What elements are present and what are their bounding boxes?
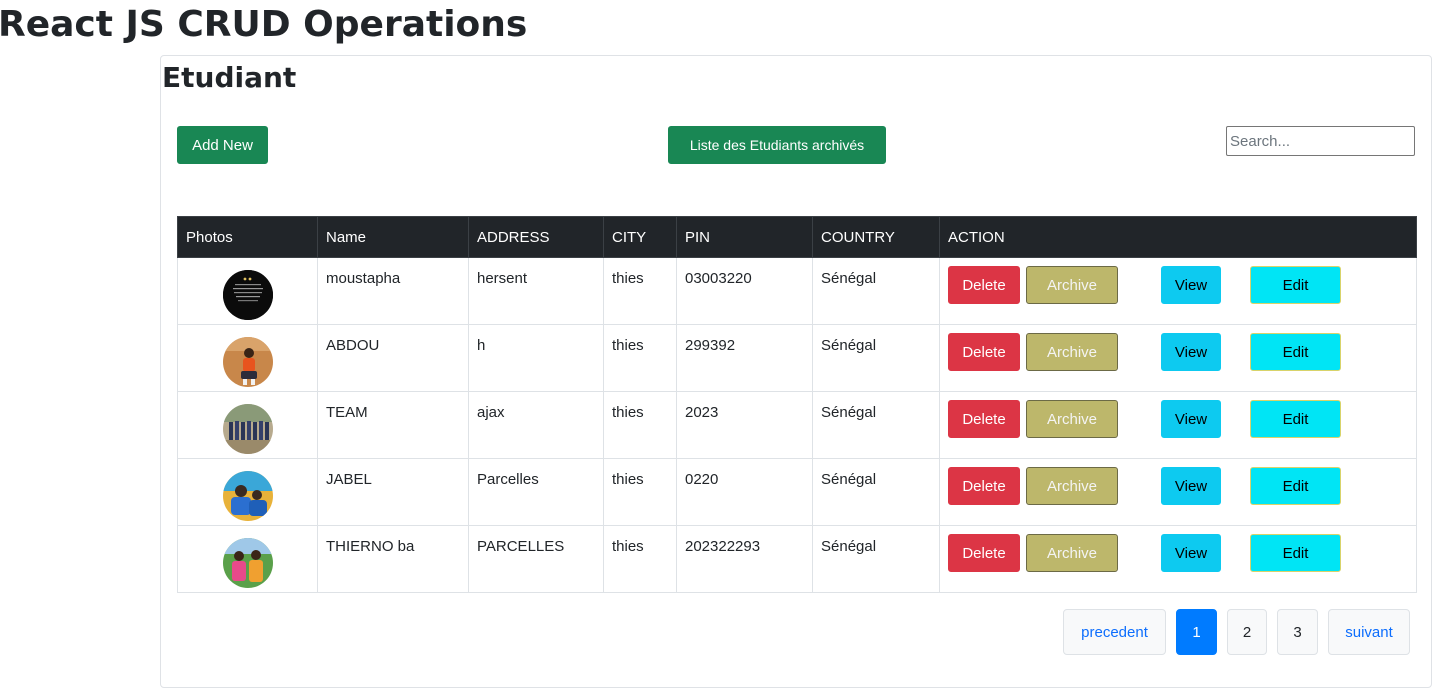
- col-header-address: ADDRESS: [468, 216, 604, 258]
- view-button[interactable]: View: [1161, 266, 1221, 304]
- delete-button[interactable]: Delete: [948, 333, 1020, 371]
- edit-button[interactable]: Edit: [1250, 400, 1341, 438]
- cell-city: thies: [603, 391, 677, 459]
- avatar-image: [222, 270, 273, 320]
- pagination-prev-button[interactable]: precedent: [1063, 609, 1166, 655]
- archive-button[interactable]: Archive: [1026, 534, 1118, 572]
- col-header-country: COUNTRY: [812, 216, 940, 258]
- cell-pin: 2023: [676, 391, 813, 459]
- cell-city: thies: [603, 525, 677, 593]
- cell-pin: 202322293: [676, 525, 813, 593]
- col-header-city: CITY: [603, 216, 677, 258]
- cell-address: Parcelles: [468, 458, 604, 526]
- student-avatar: [222, 404, 273, 454]
- avatar-image: [222, 538, 273, 588]
- cell-country: Sénégal: [812, 525, 940, 593]
- delete-button[interactable]: Delete: [948, 467, 1020, 505]
- col-header-name: Name: [317, 216, 469, 258]
- edit-button[interactable]: Edit: [1250, 266, 1341, 304]
- card-title: Etudiant: [162, 61, 297, 94]
- table-header-row: Photos Name ADDRESS CITY PIN COUNTRY ACT…: [177, 216, 1417, 258]
- delete-button[interactable]: Delete: [948, 400, 1020, 438]
- cell-name: JABEL: [317, 458, 469, 526]
- edit-button[interactable]: Edit: [1250, 534, 1341, 572]
- edit-button[interactable]: Edit: [1250, 467, 1341, 505]
- cell-country: Sénégal: [812, 391, 940, 459]
- archive-button[interactable]: Archive: [1026, 333, 1118, 371]
- table-row: ABDOU h thies 299392 Sénégal Delete Arch…: [177, 324, 1417, 392]
- cell-address: ajax: [468, 391, 604, 459]
- table-row: JABEL Parcelles thies 0220 Sénégal Delet…: [177, 458, 1417, 526]
- archive-button[interactable]: Archive: [1026, 467, 1118, 505]
- cell-pin: 03003220: [676, 257, 813, 325]
- cell-actions: Delete Archive View Edit: [939, 257, 1417, 325]
- avatar-image: [222, 337, 273, 387]
- cell-country: Sénégal: [812, 324, 940, 392]
- col-header-photos: Photos: [177, 216, 318, 258]
- cell-address: PARCELLES: [468, 525, 604, 593]
- cell-country: Sénégal: [812, 458, 940, 526]
- delete-button[interactable]: Delete: [948, 266, 1020, 304]
- student-avatar: [222, 471, 273, 521]
- view-button[interactable]: View: [1161, 400, 1221, 438]
- student-avatar: [222, 538, 273, 588]
- pagination-next-button[interactable]: suivant: [1328, 609, 1410, 655]
- cell-city: thies: [603, 458, 677, 526]
- table-row: THIERNO ba PARCELLES thies 202322293 Sén…: [177, 525, 1417, 593]
- cell-city: thies: [603, 324, 677, 392]
- search-input[interactable]: [1226, 126, 1415, 156]
- col-header-pin: PIN: [676, 216, 813, 258]
- cell-name: TEAM: [317, 391, 469, 459]
- cell-address: h: [468, 324, 604, 392]
- delete-button[interactable]: Delete: [948, 534, 1020, 572]
- table-row: TEAM ajax thies 2023 Sénégal Delete Arch…: [177, 391, 1417, 459]
- view-button[interactable]: View: [1161, 534, 1221, 572]
- pagination-page-1[interactable]: 1: [1176, 609, 1217, 655]
- archived-list-button[interactable]: Liste des Etudiants archivés: [668, 126, 886, 164]
- cell-country: Sénégal: [812, 257, 940, 325]
- avatar-image: [222, 404, 273, 454]
- pagination-page-3[interactable]: 3: [1277, 609, 1318, 655]
- table-row: moustapha hersent thies 03003220 Sénégal…: [177, 257, 1417, 325]
- cell-actions: Delete Archive View Edit: [939, 458, 1417, 526]
- student-avatar: [222, 270, 273, 320]
- cell-name: ABDOU: [317, 324, 469, 392]
- cell-city: thies: [603, 257, 677, 325]
- cell-name: THIERNO ba: [317, 525, 469, 593]
- cell-actions: Delete Archive View Edit: [939, 324, 1417, 392]
- cell-pin: 299392: [676, 324, 813, 392]
- archive-button[interactable]: Archive: [1026, 266, 1118, 304]
- col-header-action: ACTION: [939, 216, 1417, 258]
- avatar-image: [222, 471, 273, 521]
- student-avatar: [222, 337, 273, 387]
- cell-pin: 0220: [676, 458, 813, 526]
- cell-address: hersent: [468, 257, 604, 325]
- pagination-page-2[interactable]: 2: [1227, 609, 1267, 655]
- archive-button[interactable]: Archive: [1026, 400, 1118, 438]
- view-button[interactable]: View: [1161, 467, 1221, 505]
- edit-button[interactable]: Edit: [1250, 333, 1341, 371]
- cell-actions: Delete Archive View Edit: [939, 525, 1417, 593]
- view-button[interactable]: View: [1161, 333, 1221, 371]
- students-table: Photos Name ADDRESS CITY PIN COUNTRY ACT…: [177, 216, 1417, 593]
- app-title: React JS CRUD Operations: [0, 4, 528, 45]
- cell-actions: Delete Archive View Edit: [939, 391, 1417, 459]
- students-card: Etudiant Add New Liste des Etudiants arc…: [160, 55, 1432, 688]
- cell-name: moustapha: [317, 257, 469, 325]
- add-new-button[interactable]: Add New: [177, 126, 268, 164]
